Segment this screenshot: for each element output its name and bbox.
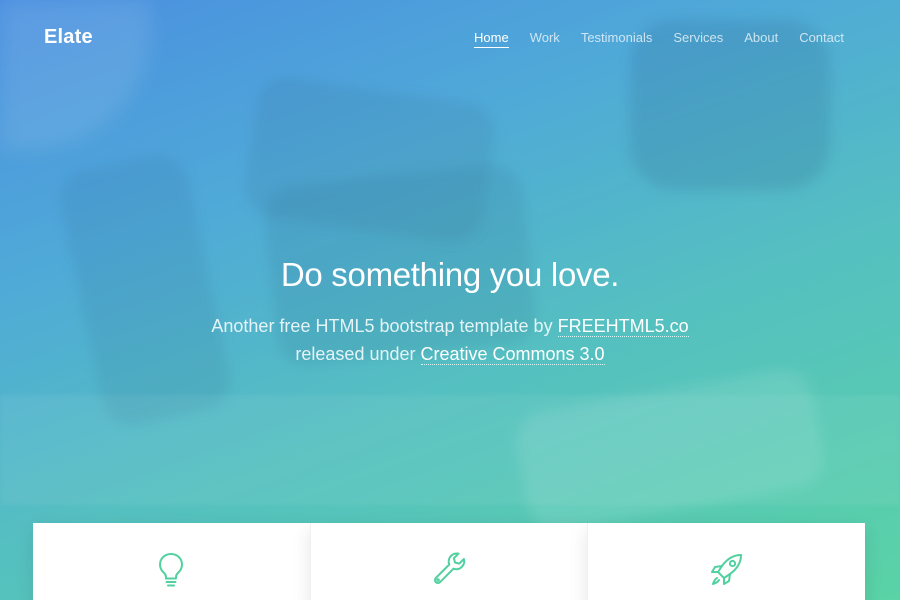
rocket-icon [707, 549, 747, 589]
feature-card-launch [587, 523, 866, 600]
main-nav: Home Work Testimonials Services About Co… [474, 30, 844, 48]
hero-subtitle: Another free HTML5 bootstrap template by… [0, 312, 900, 368]
nav-link-contact[interactable]: Contact [799, 30, 844, 48]
nav-link-home[interactable]: Home [474, 30, 509, 48]
nav-link-testimonials[interactable]: Testimonials [581, 30, 653, 48]
hero-title: Do something you love. [280, 256, 620, 293]
site-logo[interactable]: Elate [44, 26, 93, 49]
feature-card-idea [33, 523, 310, 600]
hero-subtitle-text-2: released under [295, 344, 421, 364]
background-photo [0, 0, 150, 150]
nav-link-work[interactable]: Work [530, 30, 560, 48]
nav-link-about[interactable]: About [744, 30, 778, 48]
lightbulb-icon [151, 549, 191, 589]
creative-commons-link[interactable]: Creative Commons 3.0 [420, 344, 605, 365]
freehtml5-link[interactable]: FREEHTML5.co [557, 316, 689, 337]
feature-card-tools [309, 523, 588, 600]
wrench-icon [429, 549, 469, 589]
hero-section: Elate Home Work Testimonials Services Ab… [0, 0, 900, 600]
hero-subtitle-text: Another free HTML5 bootstrap template by [211, 316, 558, 336]
feature-cards [33, 523, 866, 600]
nav-link-services[interactable]: Services [673, 30, 723, 48]
